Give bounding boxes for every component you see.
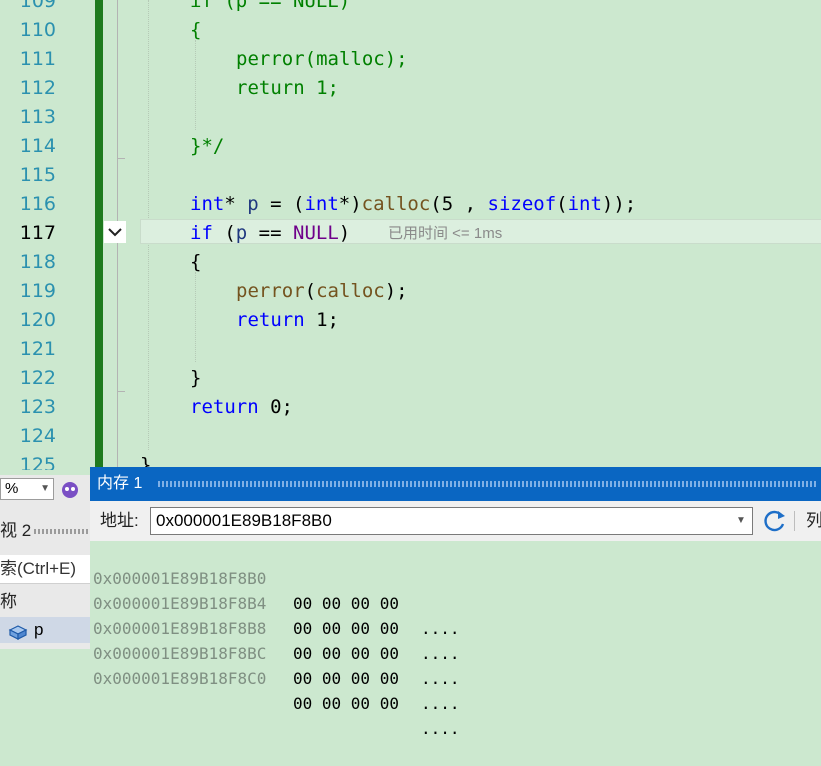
column-header-name[interactable]: 称	[0, 589, 90, 615]
code-line: return 1;	[236, 77, 339, 99]
variable-icon	[8, 622, 28, 648]
watch-row[interactable]: p	[0, 617, 90, 643]
line-number: 125	[19, 454, 56, 470]
address-toolbar: 地址: 0x000001E89B18F8B0 ▼ 列	[90, 501, 821, 541]
change-tracking-bar	[95, 0, 103, 470]
perf-tip[interactable]: 已用时间 <= 1ms	[388, 224, 502, 244]
code-line: }	[190, 367, 202, 389]
toolbar-separator	[794, 511, 795, 531]
line-number: 120	[19, 309, 56, 331]
tab-watch-2[interactable]: 视 2	[0, 518, 90, 544]
code-line: }*/	[190, 135, 225, 157]
zoom-value: %	[5, 480, 19, 497]
line-number: 119	[19, 280, 56, 302]
refresh-icon[interactable]	[762, 508, 788, 534]
line-number: 122	[19, 367, 56, 389]
memory-row: 0x000001E89B18F8B8 00 00 00 00 ....	[90, 591, 821, 688]
indent-guide	[195, 40, 196, 130]
code-editor[interactable]: 109 110 111 112 113 114 115 116 117 118 …	[0, 0, 821, 470]
code-line: perror(malloc);	[236, 48, 408, 70]
chevron-down-icon: ▼	[40, 483, 50, 494]
line-number: 111	[19, 48, 56, 70]
zoom-select[interactable]: % ▼	[0, 478, 54, 500]
memory-window: 内存 1 地址: 0x000001E89B18F8B0 ▼ 列 0x000001…	[90, 467, 821, 738]
title-grip	[158, 481, 818, 487]
columns-label[interactable]: 列	[806, 511, 821, 531]
memory-address: 0x000001E89B18F8C0	[93, 669, 267, 688]
copilot-icon[interactable]	[60, 480, 80, 500]
line-number: 116	[19, 193, 56, 215]
outlining-end-tick	[117, 391, 125, 392]
line-number: 124	[19, 425, 56, 447]
memory-row: 0x000001E89B18F8BC 00 00 00 00 ....	[90, 616, 821, 713]
code-line: {	[190, 19, 202, 41]
memory-chars[interactable]: ....	[421, 716, 460, 741]
collapse-chevron-icon[interactable]	[104, 221, 126, 243]
title-grip	[34, 529, 88, 534]
line-number: 109	[19, 0, 56, 12]
line-number: 114	[19, 135, 56, 157]
memory-bytes[interactable]: 00 00 00 00	[293, 691, 399, 716]
line-number-current: 117	[19, 222, 56, 244]
line-number: 121	[19, 338, 56, 360]
line-number: 118	[19, 251, 56, 273]
memory-title: 内存 1	[97, 475, 143, 492]
code-line: if (p == NULL)	[190, 0, 351, 12]
memory-title-bar[interactable]: 内存 1	[90, 467, 821, 501]
memory-row: 0x000001E89B18F8B4 00 00 00 00 ....	[90, 566, 821, 663]
address-label: 地址:	[100, 511, 139, 530]
code-line-current: if (p == NULL)	[190, 222, 351, 244]
code-line: perror(calloc);	[236, 280, 408, 302]
chevron-down-icon[interactable]: ▼	[736, 515, 746, 526]
line-number: 113	[19, 106, 56, 128]
line-number: 110	[19, 19, 56, 41]
outlining-end-tick	[117, 158, 125, 159]
line-number: 115	[19, 164, 56, 186]
indent-guide	[195, 272, 196, 362]
memory-chars[interactable]: ....	[421, 691, 460, 716]
code-line: {	[190, 251, 202, 273]
line-number: 123	[19, 396, 56, 418]
address-input[interactable]: 0x000001E89B18F8B0	[150, 507, 753, 535]
tab-label: 视 2	[0, 521, 32, 540]
search-placeholder: 索(Ctrl+E)	[0, 559, 77, 578]
code-line: int* p = (int*)calloc(5 , sizeof(int));	[190, 193, 637, 215]
memory-bytes[interactable]: 00 00 00 00	[293, 666, 399, 691]
code-line: return 1;	[236, 309, 339, 331]
watch-row-name: p	[34, 620, 44, 639]
line-number: 112	[19, 77, 56, 99]
memory-chars[interactable]: ....	[421, 666, 460, 691]
memory-row: 0x000001E89B18F8B0 00 00 00 00 ....	[90, 541, 821, 638]
memory-row: 0x000001E89B18F8C0 00 00 00 00 ....	[90, 641, 821, 738]
code-line: return 0;	[190, 396, 293, 418]
search-input[interactable]: 索(Ctrl+E)	[0, 555, 90, 584]
